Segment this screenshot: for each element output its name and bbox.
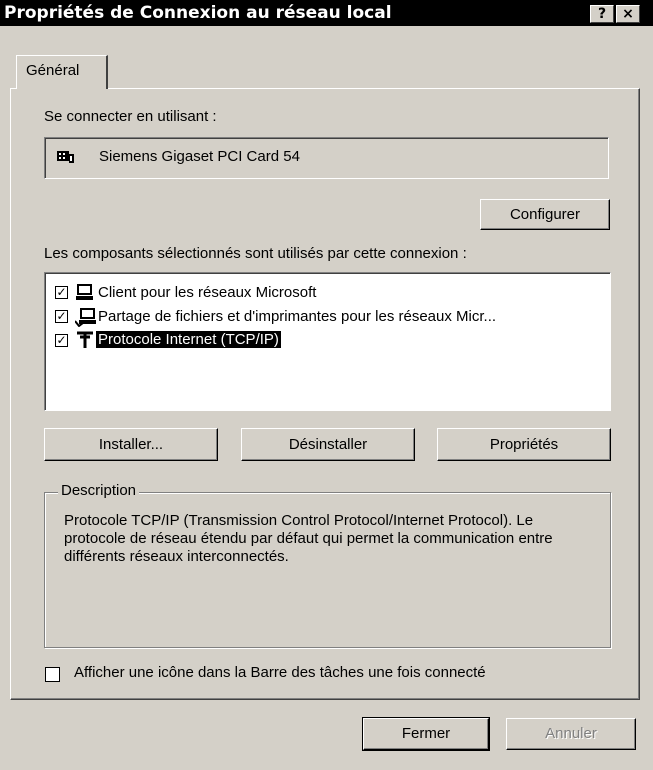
protocol-icon <box>75 331 95 353</box>
properties-dialog: Propriétés de Connexion au réseau local … <box>0 0 653 770</box>
configure-button-label: Configurer <box>509 206 581 223</box>
component-checkbox[interactable]: ✓ <box>55 310 68 323</box>
close-button-label: Fermer <box>401 725 451 742</box>
share-computer-icon <box>74 307 97 331</box>
properties-button[interactable]: Propriétés <box>437 428 611 461</box>
description-text: Protocole TCP/IP (Transmission Control P… <box>64 512 553 565</box>
install-button-label: Installer... <box>98 436 164 453</box>
cancel-button[interactable]: Annuler <box>506 718 636 750</box>
close-window-button[interactable]: × <box>616 5 640 23</box>
component-checkbox[interactable]: ✓ <box>55 334 68 347</box>
computer-icon <box>75 283 95 305</box>
device-name: Siemens Gigaset PCI Card 54 <box>99 148 300 165</box>
description-legend: Description <box>58 482 140 499</box>
close-button[interactable]: Fermer <box>362 717 490 751</box>
component-label: Protocole Internet (TCP/IP) <box>95 330 282 349</box>
tray-checkbox[interactable] <box>45 667 60 682</box>
help-button[interactable]: ? <box>590 5 614 23</box>
properties-button-label: Propriétés <box>489 436 559 453</box>
components-label: Les composants sélectionnés sont utilisé… <box>44 245 467 262</box>
connect-using-label: Se connecter en utilisant : <box>44 108 217 125</box>
device-box: Siemens Gigaset PCI Card 54 <box>44 137 609 179</box>
title-bar[interactable]: Propriétés de Connexion au réseau local … <box>0 0 653 26</box>
window-title: Propriétés de Connexion au réseau local <box>4 3 392 23</box>
tab-general[interactable]: Général <box>16 55 108 89</box>
configure-button[interactable]: Configurer <box>480 199 610 230</box>
uninstall-button[interactable]: Désinstaller <box>241 428 415 461</box>
network-card-icon <box>56 149 76 169</box>
components-list[interactable]: ✓ Client pour les réseaux Microsoft ✓ Pa… <box>44 272 611 411</box>
component-checkbox[interactable]: ✓ <box>55 286 68 299</box>
component-label: Client pour les réseaux Microsoft <box>98 284 317 301</box>
cancel-button-label: Annuler <box>545 725 597 742</box>
uninstall-button-label: Désinstaller <box>288 436 368 453</box>
install-button[interactable]: Installer... <box>44 428 218 461</box>
component-label: Partage de fichiers et d'imprimantes pou… <box>98 308 497 325</box>
tab-general-label: Général <box>26 62 80 79</box>
tray-checkbox-label: Afficher une icône dans la Barre des tâc… <box>74 664 486 681</box>
